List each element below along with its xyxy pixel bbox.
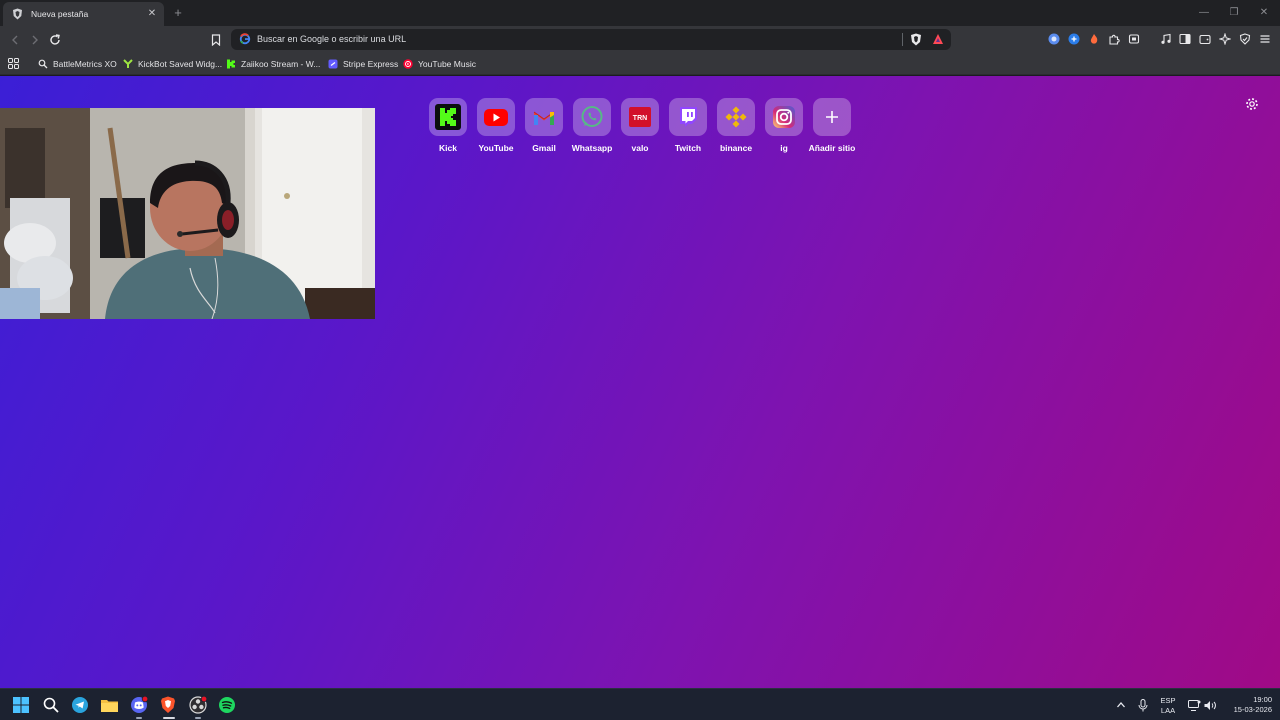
top-site-label: binance: [719, 143, 753, 153]
bookmark-kickbot[interactable]: KickBot Saved Widg...: [123, 57, 222, 71]
search-icon[interactable]: [41, 695, 61, 715]
tab-title: Nueva pestaña: [31, 9, 89, 19]
bookmark-youtube-music[interactable]: YouTube Music: [403, 57, 476, 71]
toolbar: Buscar en Google o escribir una URL: [0, 26, 1280, 53]
extension-box-icon[interactable]: [1127, 32, 1141, 46]
webcam-overlay: [0, 108, 375, 319]
minimize-icon[interactable]: —: [1196, 5, 1212, 21]
youtube-music-icon: [403, 59, 413, 69]
spotify-icon[interactable]: [217, 695, 237, 715]
whatsapp-icon: [573, 98, 611, 136]
leo-ai-icon[interactable]: [1218, 32, 1232, 46]
wallet-icon[interactable]: [1198, 32, 1212, 46]
clock[interactable]: 19:00 15-03-2026: [1222, 695, 1272, 715]
add-site-label: Añadir sitio: [808, 143, 856, 153]
apps-grid-icon[interactable]: [8, 58, 19, 69]
input-language-indicator[interactable]: ESP LAA: [1157, 696, 1179, 716]
stripe-icon: [328, 59, 338, 69]
obs-studio-icon[interactable]: [188, 695, 208, 715]
new-tab-page: Kick YouTube Gmail Whatsapp TRN valo Twi…: [0, 76, 1280, 688]
forward-icon[interactable]: [26, 31, 44, 49]
taskbar: ESP LAA 19:00 15-03-2026: [0, 688, 1280, 720]
twitch-icon: [669, 98, 707, 136]
tab-strip: Nueva pestaña ✕ + — ❐ ✕: [0, 0, 1280, 26]
plus-icon: [813, 98, 851, 136]
bookmark-icon[interactable]: [207, 31, 225, 49]
kickbot-icon: [123, 59, 133, 69]
close-window-icon[interactable]: ✕: [1256, 5, 1272, 21]
menu-icon[interactable]: [1258, 32, 1272, 46]
bookmark-stripe-express[interactable]: Stripe Express: [328, 57, 398, 71]
kick-icon: [429, 98, 467, 136]
keyboard-layout-code: LAA: [1160, 706, 1176, 715]
clock-time: 19:00: [1253, 695, 1272, 704]
brave-active-indicator: [163, 717, 175, 719]
search-icon: [38, 59, 48, 69]
omnibox-divider: [902, 33, 903, 46]
extension-fire-icon[interactable]: [1087, 32, 1101, 46]
settings-gear-icon[interactable]: [1245, 97, 1259, 111]
discord-icon[interactable]: [129, 695, 149, 715]
brave-browser-icon[interactable]: [158, 695, 178, 715]
language-code: ESP: [1160, 696, 1176, 705]
obs-running-indicator: [195, 717, 201, 719]
new-tab-icon[interactable]: +: [170, 5, 186, 21]
bookmark-zaiikoo-stream[interactable]: Zaiikoo Stream - W...: [226, 57, 320, 71]
bookmark-label: Zaiikoo Stream - W...: [241, 59, 321, 69]
brave-rewards-icon[interactable]: [932, 33, 944, 46]
bookmark-label: KickBot Saved Widg...: [138, 59, 223, 69]
tracker-network-icon: TRN: [621, 98, 659, 136]
kick-icon: [226, 59, 236, 69]
media-music-icon[interactable]: [1159, 32, 1173, 46]
address-placeholder: Buscar en Google o escribir una URL: [257, 34, 407, 44]
telegram-icon[interactable]: [70, 695, 90, 715]
brave-shield-icon: [11, 8, 23, 20]
clock-date: 15-03-2026: [1233, 705, 1272, 714]
binance-icon: [717, 98, 755, 136]
file-explorer-icon[interactable]: [99, 695, 119, 715]
top-site-label: YouTube: [478, 143, 514, 153]
google-icon: [239, 33, 251, 45]
add-site-button[interactable]: Añadir sitio: [804, 98, 860, 153]
brave-shields-icon[interactable]: [910, 33, 922, 46]
instagram-icon: [765, 98, 803, 136]
gmail-icon: [525, 98, 563, 136]
extension-blue-icon[interactable]: [1047, 32, 1061, 46]
vpn-shield-icon[interactable]: [1238, 32, 1252, 46]
youtube-icon: [477, 98, 515, 136]
extension-translate-icon[interactable]: [1067, 32, 1081, 46]
top-site-label: ig: [780, 143, 788, 153]
sidebar-toggle-icon[interactable]: [1178, 32, 1192, 46]
bookmark-label: Stripe Express: [343, 59, 399, 69]
bookmark-label: YouTube Music: [418, 59, 476, 69]
reload-icon[interactable]: [46, 31, 64, 49]
bookmarks-bar: BattleMetrics XO KickBot Saved Widg... Z…: [0, 53, 1280, 75]
bookmark-battlemetrics[interactable]: BattleMetrics XO: [38, 57, 117, 71]
top-site-label: Whatsapp: [571, 143, 613, 153]
chevron-up-icon[interactable]: [1111, 695, 1131, 715]
top-site-label: Gmail: [532, 143, 556, 153]
volume-icon[interactable]: [1200, 695, 1220, 715]
windows-start-icon[interactable]: [11, 695, 31, 715]
tab-close-icon[interactable]: ✕: [146, 8, 158, 20]
discord-running-indicator: [136, 717, 142, 719]
back-icon[interactable]: [6, 31, 24, 49]
address-bar[interactable]: Buscar en Google o escribir una URL: [231, 29, 951, 50]
restore-icon[interactable]: ❐: [1226, 5, 1242, 21]
tab-nueva-pestana[interactable]: Nueva pestaña ✕: [3, 2, 164, 26]
top-site-label: Kick: [439, 143, 457, 153]
top-site-label: valo: [631, 143, 649, 153]
extensions-puzzle-icon[interactable]: [1107, 32, 1121, 46]
bookmark-label: BattleMetrics XO: [53, 59, 117, 69]
top-site-label: Twitch: [674, 143, 702, 153]
microphone-icon[interactable]: [1133, 695, 1153, 715]
tracker-network-text: TRN: [633, 115, 647, 122]
